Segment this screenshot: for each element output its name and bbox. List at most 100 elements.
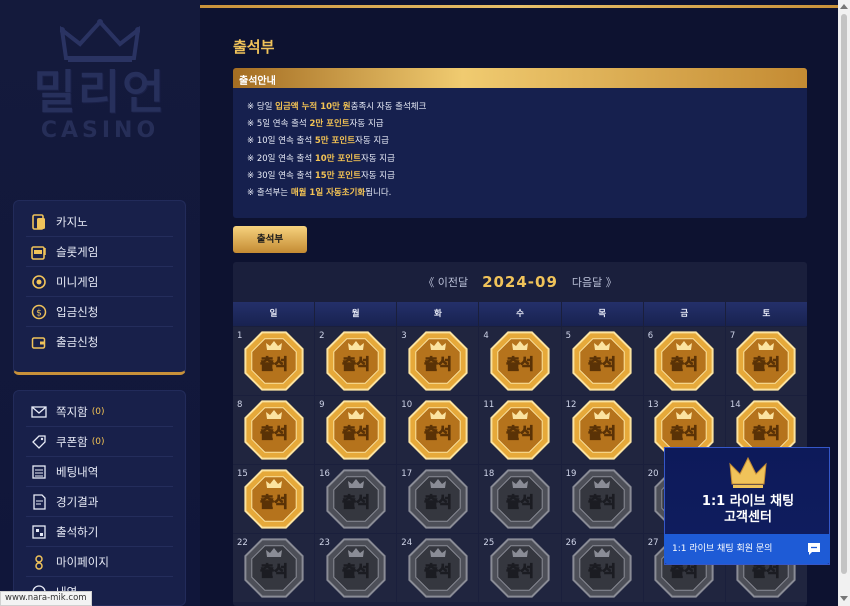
stamp-text: 출석 xyxy=(753,355,781,373)
calendar-day-cell: 3 출석 xyxy=(397,327,479,395)
menu-label: 카지노 xyxy=(56,214,88,229)
weekday-label: 월 xyxy=(315,302,397,326)
calendar-day-cell: 7 출석 xyxy=(725,327,807,395)
attendance-book-button[interactable]: 출석부 xyxy=(233,226,307,253)
notice-line: ※ 당일 입금액 누적 10만 원충족시 자동 출석체크 xyxy=(247,102,427,112)
menu-messages[interactable]: 쪽지함 (0) xyxy=(26,397,173,427)
calendar-day-cell: 25 출석 xyxy=(479,534,561,602)
sub-menu: 쪽지함 (0) 쿠폰함 (0) 베팅내역 경기결과 출석하기 마이페이지 내역 xyxy=(13,390,186,606)
menu-attendance[interactable]: 출석하기 xyxy=(26,517,173,547)
stamp-text: 출석 xyxy=(506,493,534,511)
menu-slot[interactable]: 슬롯게임 xyxy=(26,237,173,267)
scroll-thumb[interactable] xyxy=(841,14,847,574)
scroll-down-icon[interactable] xyxy=(840,596,848,601)
attendance-stamp-gold: 출석 xyxy=(572,400,632,460)
attendance-stamp-gold: 출석 xyxy=(326,400,386,460)
stamp-text: 출석 xyxy=(588,355,616,373)
calendar-day-cell: 5 출석 xyxy=(561,327,643,395)
menu-coupons[interactable]: 쿠폰함 (0) xyxy=(26,427,173,457)
live-chat-button[interactable]: 1:1 라이브 채팅 회원 문의 xyxy=(664,534,830,564)
calendar-day-cell: 26 출석 xyxy=(561,534,643,602)
prev-month-link[interactable]: 《 이전달 xyxy=(423,274,468,290)
stamp-text: 출석 xyxy=(506,355,534,373)
menu-label: 출석하기 xyxy=(56,524,99,539)
coupon-count: (0) xyxy=(91,436,105,447)
status-url: www.nara-mik.com xyxy=(0,591,92,606)
calendar-day-cell: 8 출석 xyxy=(233,396,315,464)
notice-lines: ※ 당일 입금액 누적 10만 원충족시 자동 출석체크 ※ 5일 연속 출석 … xyxy=(233,88,807,203)
brand-name: 밀리언 xyxy=(33,65,167,119)
attendance-stamp-gray: 출석 xyxy=(326,469,386,529)
page-title: 출석부 xyxy=(233,38,275,56)
weekday-label: 토 xyxy=(725,302,807,326)
page-scrollbar[interactable] xyxy=(838,0,850,606)
menu-mypage[interactable]: 마이페이지 xyxy=(26,547,173,577)
attendance-stamp-gray: 출석 xyxy=(572,538,632,598)
weekday-label: 화 xyxy=(397,302,479,326)
menu-label: 마이페이지 xyxy=(56,554,109,569)
stamp-text: 출석 xyxy=(424,424,452,442)
weekday-label: 일 xyxy=(233,302,315,326)
notice-line: ※ 10일 연속 출석 5만 포인트자동 지급 xyxy=(247,136,389,147)
stamp-text: 출석 xyxy=(753,424,781,442)
attendance-stamp-gold: 출석 xyxy=(572,331,632,391)
menu-deposit[interactable]: $ 입금신청 xyxy=(26,297,173,327)
menu-label: 미니게임 xyxy=(56,274,99,289)
menu-label: 출금신청 xyxy=(56,335,99,349)
attendance-stamp-gold: 출석 xyxy=(243,469,304,529)
calendar-day-cell: 22 출석 xyxy=(233,534,315,602)
sidebar: 밀리언 CASINO 카지노 슬롯게임 미니게임 $ 입금신청 출금신청 쪽지함… xyxy=(0,0,200,606)
menu-results[interactable]: 경기결과 xyxy=(26,487,173,517)
attendance-stamp-gold: 출석 xyxy=(243,400,304,460)
calendar-day-cell: 17 출석 xyxy=(397,465,479,533)
calendar-day-cell: 6 출석 xyxy=(643,327,725,395)
crown-icon xyxy=(60,19,140,62)
stamp-text: 출석 xyxy=(342,424,370,442)
menu-casino[interactable]: 카지노 xyxy=(26,207,173,237)
deposit-coin-icon: $ xyxy=(30,303,48,321)
next-month-link[interactable]: 다음달 》 xyxy=(572,274,617,290)
casino-card-icon xyxy=(30,213,48,231)
menu-label: 쪽지함 xyxy=(56,404,88,419)
stamp-text: 출석 xyxy=(424,562,452,580)
calendar-day-cell: 16 출석 xyxy=(315,465,397,533)
attendance-notice: 출석안내 ※ 당일 입금액 누적 10만 원충족시 자동 출석체크 ※ 5일 연… xyxy=(233,68,807,218)
notice-line: ※ 5일 연속 출석 2만 포인트자동 지급 xyxy=(247,119,384,130)
attendance-stamp-gold: 출석 xyxy=(408,331,468,391)
attendance-stamp-gold: 출석 xyxy=(326,331,386,391)
attendance-stamp-gray: 출석 xyxy=(326,538,386,598)
chat-bar-label: 1:1 라이브 채팅 회원 문의 xyxy=(672,544,773,554)
weekday-label: 수 xyxy=(479,302,561,326)
stamp-text: 출석 xyxy=(260,424,288,442)
attendance-stamp-gray: 출석 xyxy=(572,469,632,529)
notice-title: 출석안내 xyxy=(233,68,807,88)
calendar-day-cell: 11 출석 xyxy=(479,396,561,464)
calendar-nav: 《 이전달 2024-09 다음달 》 xyxy=(233,262,807,302)
menu-mini-game[interactable]: 미니게임 xyxy=(26,267,173,297)
stamp-text: 출석 xyxy=(260,562,288,580)
menu-label: 쿠폰함 xyxy=(56,434,88,449)
stamp-text: 출석 xyxy=(342,493,370,511)
scroll-up-icon[interactable] xyxy=(840,4,848,9)
stamp-text: 출석 xyxy=(670,355,698,373)
attendance-stamp-gold: 출석 xyxy=(490,400,550,460)
menu-withdraw[interactable]: 출금신청 xyxy=(26,327,173,357)
menu-label: 베팅내역 xyxy=(56,464,99,479)
attendance-stamp-gray: 출석 xyxy=(490,538,550,598)
envelope-icon xyxy=(30,403,48,421)
attendance-stamp-gray: 출석 xyxy=(408,469,468,529)
calendar-day-cell: 9 출석 xyxy=(315,396,397,464)
notice-line: ※ 20일 연속 출석 10만 포인트자동 지급 xyxy=(247,153,395,164)
stamp-text: 출석 xyxy=(670,424,698,442)
menu-label: 입금신청 xyxy=(56,304,99,319)
calendar-day-cell: 24 출석 xyxy=(397,534,479,602)
message-count: (0) xyxy=(91,406,105,417)
calendar-day-cell: 1 출석 xyxy=(233,327,315,395)
attendance-stamp-gray: 출석 xyxy=(243,538,304,598)
menu-bet-history[interactable]: 베팅내역 xyxy=(26,457,173,487)
calendar-day-cell: 2 출석 xyxy=(315,327,397,395)
attendance-stamp-gold: 출석 xyxy=(490,331,550,391)
stamp-text: 출석 xyxy=(342,355,370,373)
brand-logo[interactable]: 밀리언 CASINO xyxy=(20,18,180,168)
main-menu: 카지노 슬롯게임 미니게임 $ 입금신청 출금신청 xyxy=(13,200,186,375)
